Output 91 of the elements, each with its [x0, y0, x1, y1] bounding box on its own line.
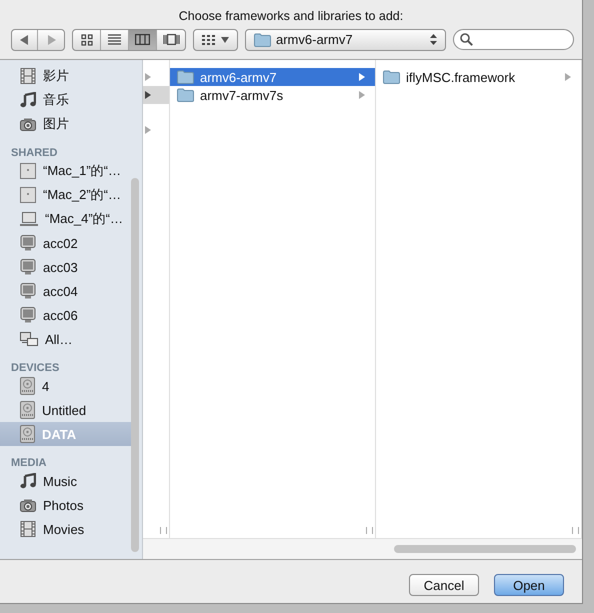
sidebar-item[interactable]: 音乐	[0, 88, 134, 112]
sidebar-item[interactable]: 4	[0, 374, 134, 398]
folder-row[interactable]: armv7-armv7s	[170, 86, 375, 104]
forward-icon	[46, 34, 56, 44]
list-view-icon	[108, 34, 121, 45]
disclosure-arrow-icon	[145, 91, 151, 99]
folder-icon	[254, 32, 271, 46]
back-forward-control[interactable]	[11, 28, 65, 50]
icon-view-icon	[80, 34, 92, 46]
search-icon	[460, 33, 473, 46]
disclosure-arrow-icon	[359, 91, 365, 99]
sidebar-item-label: 4	[42, 378, 50, 394]
sidebar-item[interactable]: Music	[0, 469, 134, 493]
film-icon	[20, 68, 36, 84]
sidebar-item[interactable]: “Mac_2”的“…	[0, 183, 134, 207]
sidebar-item-label: “Mac_1”的“…	[43, 162, 122, 180]
sidebar-item-label: acc04	[43, 284, 78, 298]
monitor-icon	[20, 283, 36, 299]
column-view-icon	[135, 34, 150, 45]
section-header: DEVICES	[10, 361, 60, 374]
sidebar-item-label: acc06	[43, 308, 78, 322]
folder-name: armv6-armv7	[200, 70, 278, 84]
section-header: MEDIA	[10, 456, 48, 469]
sidebar-item-label: Untitled	[42, 402, 86, 418]
grid-icon	[202, 34, 215, 44]
updown-arrows-icon	[430, 34, 437, 45]
parent-row[interactable]	[143, 86, 169, 104]
sidebar-item[interactable]: 图片	[0, 112, 134, 136]
folder-icon	[383, 70, 400, 84]
sidebar-item-label: All…	[45, 332, 72, 346]
computer-tower-icon	[20, 163, 36, 179]
scrollbar-thumb[interactable]	[131, 178, 139, 552]
sidebar-item-label: Movies	[43, 522, 84, 536]
folder-icon	[177, 88, 194, 102]
column-resize-handle[interactable]	[160, 527, 167, 534]
music-note-icon	[20, 473, 36, 489]
disclosure-arrow-icon	[145, 126, 151, 134]
camera-icon	[20, 118, 36, 130]
dialog-title: Choose frameworks and libraries to add:	[178, 8, 404, 22]
back-icon	[20, 34, 29, 44]
disclosure-arrow-icon	[359, 73, 365, 81]
network-computers-icon	[20, 332, 38, 346]
sidebar-item[interactable]: All…	[0, 327, 134, 351]
music-note-icon	[20, 92, 36, 108]
sidebar-item-label: 音乐	[43, 91, 69, 109]
arrange-button[interactable]	[193, 28, 238, 50]
caret-icon	[221, 36, 229, 42]
sidebar-item-label: 图片	[43, 115, 69, 133]
section-header: SHARED	[10, 146, 58, 159]
sidebar-item-label: Music	[43, 474, 77, 488]
sidebar-item[interactable]: “Mac_4”的“…	[0, 207, 134, 231]
sidebar-item-label: acc02	[43, 236, 78, 250]
column-resize-handle[interactable]	[572, 527, 579, 534]
scrollbar-thumb[interactable]	[394, 545, 576, 553]
sidebar-item[interactable]: acc03	[0, 255, 134, 279]
view-mode-control[interactable]	[72, 28, 186, 50]
folder-name: armv7-armv7s	[200, 88, 284, 102]
folder-name: iflyMSC.framework	[406, 70, 516, 84]
monitor-icon	[20, 235, 36, 251]
sidebar-item-label: “Mac_2”的“…	[43, 186, 122, 204]
disclosure-arrow-icon	[565, 73, 571, 81]
sidebar-item[interactable]: “Mac_1”的“…	[0, 159, 134, 183]
sidebar-item[interactable]: acc02	[0, 231, 134, 255]
monitor-icon	[20, 259, 36, 275]
sidebar-item-label: 影片	[43, 67, 69, 85]
sidebar-item[interactable]: Movies	[0, 517, 134, 541]
sidebar-item-label: Photos	[43, 498, 84, 512]
sidebar-item-label: “Mac_4”的“…	[45, 210, 124, 228]
sidebar-item-label: acc03	[43, 260, 78, 274]
sidebar-item[interactable]: acc04	[0, 279, 134, 303]
folder-row[interactable]: iflyMSC.framework	[376, 68, 581, 86]
sidebar-item[interactable]: Untitled	[0, 398, 134, 422]
computer-tower-icon	[20, 187, 36, 203]
sidebar-item[interactable]: Photos	[0, 493, 134, 517]
sidebar-item-label: DATA	[42, 426, 76, 442]
open-button[interactable]: Open	[494, 574, 564, 596]
column-resize-handle[interactable]	[366, 527, 373, 534]
path-popup[interactable]: armv6-armv7	[245, 28, 446, 50]
cover-flow-icon	[162, 34, 180, 45]
sidebar-item[interactable]: acc06	[0, 303, 134, 327]
laptop-icon	[20, 212, 38, 226]
film-icon	[20, 521, 36, 537]
disclosure-arrow-icon	[145, 73, 151, 81]
folder-row[interactable]: armv6-armv7	[170, 68, 375, 86]
folder-icon	[177, 70, 194, 84]
cancel-button[interactable]: Cancel	[409, 574, 479, 596]
search-field[interactable]	[453, 29, 574, 50]
camera-icon	[20, 498, 36, 512]
monitor-icon	[20, 307, 36, 323]
sidebar-item[interactable]: 影片	[0, 64, 134, 88]
view-mode-button[interactable]	[129, 30, 157, 50]
